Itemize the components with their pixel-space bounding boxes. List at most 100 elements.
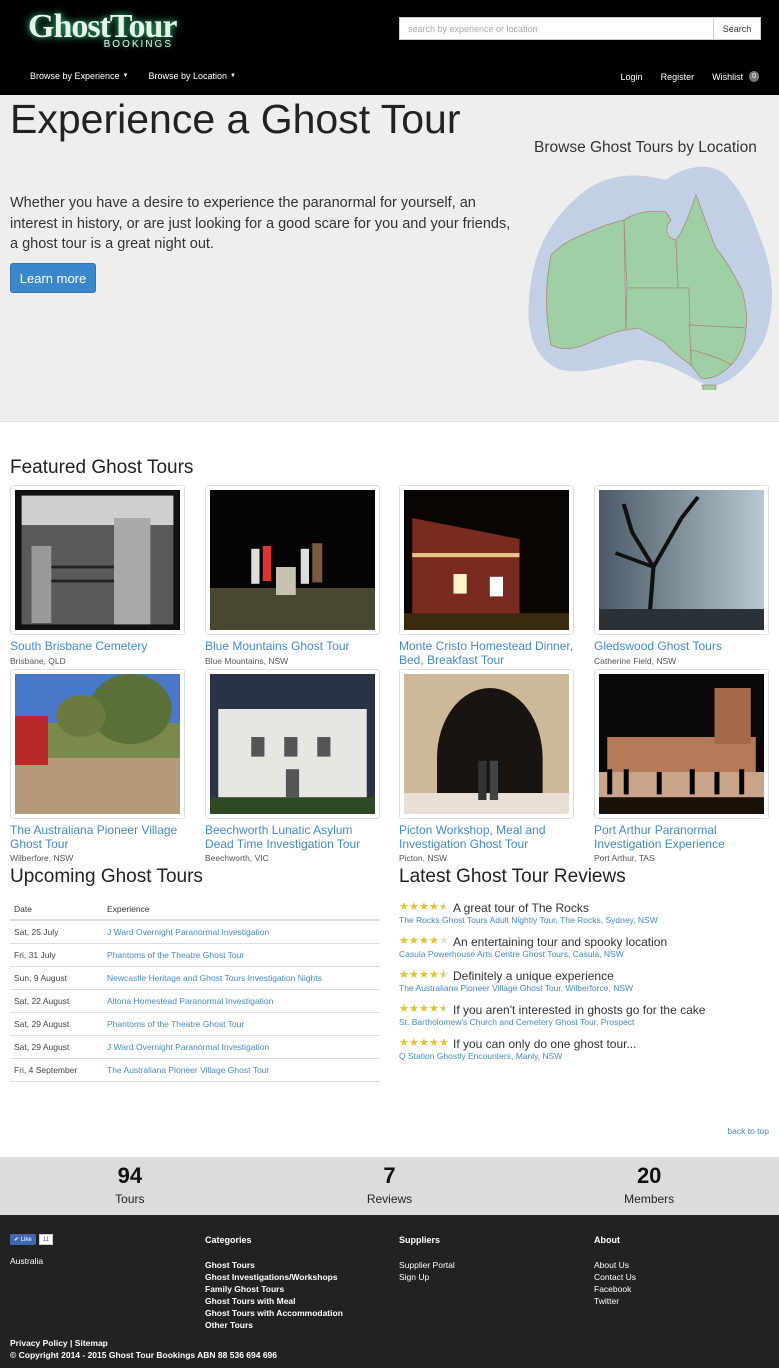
- wishlist-link[interactable]: Wishlist 0: [712, 71, 759, 82]
- tour-card: Port Arthur Paranormal Investigation Exp…: [594, 669, 769, 863]
- tour-thumbnail[interactable]: [399, 485, 574, 635]
- privacy-policy-link[interactable]: Privacy Policy: [10, 1338, 68, 1348]
- footer-link[interactable]: Facebook: [594, 1283, 636, 1295]
- tour-title-link[interactable]: Port Arthur Paranormal Investigation Exp…: [594, 823, 769, 851]
- browse-by-location-dropdown[interactable]: Browse by Location ▼: [149, 71, 237, 81]
- review-item: ★ ★ ★ ★ ★ ★ ★ ★ ★ ★ A great tour of The Rocks The R…: [399, 900, 769, 926]
- tour-thumbnail[interactable]: [594, 669, 769, 819]
- review-item: ★ ★ ★ ★ ★ ★ ★ ★ ★ ★ If you can only do one ghost t…: [399, 1036, 769, 1062]
- star-rating: ★★★★★★★★★★: [399, 902, 449, 913]
- footer-link[interactable]: Ghost Tours with Accommodation: [205, 1307, 343, 1319]
- tour-photo: [599, 490, 764, 631]
- star-icon: ★★: [409, 901, 419, 913]
- experience-link[interactable]: The Australiana Pioneer Village Ghost To…: [107, 1065, 269, 1075]
- star-icon: ★★: [429, 969, 439, 981]
- experience-link[interactable]: J Ward Overnight Paranormal Investigatio…: [107, 1042, 269, 1052]
- footer-link[interactable]: Supplier Portal: [399, 1259, 455, 1271]
- tour-card: The Australiana Pioneer Village Ghost To…: [10, 669, 185, 863]
- experience-link[interactable]: Phantoms of the Theatre Ghost Tour: [107, 950, 244, 960]
- stat-label: Members: [624, 1192, 675, 1206]
- star-icon: ★★: [439, 969, 449, 981]
- tour-title-link[interactable]: Beechworth Lunatic Asylum Dead Time Inve…: [205, 823, 380, 851]
- experience-link[interactable]: Newcastle Heritage and Ghost Tours Inves…: [107, 973, 322, 983]
- tour-thumbnail[interactable]: [594, 485, 769, 635]
- tour-title-link[interactable]: Gledswood Ghost Tours: [594, 639, 769, 654]
- logo-subtext: BOOKINGS: [103, 39, 173, 50]
- tour-photo: [210, 490, 375, 630]
- stats-bar: 94 Tours 7 Reviews 20 Members: [0, 1157, 779, 1215]
- review-tour-link[interactable]: St. Bartholomew's Church and Cemetery Gh…: [399, 1017, 769, 1027]
- tour-location: Wilberfore, NSW: [10, 853, 74, 863]
- star-rating: ★★★★★★★★★★: [399, 1038, 449, 1049]
- column-header-date: Date: [10, 899, 103, 921]
- tour-date: Sat, 25 July: [10, 920, 103, 944]
- search-input[interactable]: [399, 17, 713, 40]
- stat-members: 20 Members: [519, 1157, 779, 1215]
- facebook-like-button[interactable]: ✔ Like: [10, 1234, 36, 1245]
- footer-link[interactable]: Ghost Investigations/Workshops: [205, 1271, 343, 1283]
- tour-photo: [599, 674, 764, 814]
- review-tour-link[interactable]: Casula Powerhouse Arts Centre Ghost Tour…: [399, 949, 769, 959]
- tour-date: Sat, 22 August: [10, 989, 103, 1013]
- footer-link[interactable]: Family Ghost Tours: [205, 1283, 343, 1295]
- hero-title: Experience a Ghost Tour: [10, 96, 461, 142]
- tour-thumbnail[interactable]: [10, 669, 185, 819]
- featured-title: Featured Ghost Tours: [10, 457, 194, 478]
- star-icon: ★★: [399, 901, 409, 913]
- star-icon: ★★: [419, 1037, 429, 1049]
- register-link[interactable]: Register: [661, 72, 695, 82]
- sitemap-link[interactable]: Sitemap: [75, 1338, 108, 1348]
- footer-link[interactable]: Sign Up: [399, 1271, 455, 1283]
- review-item: ★ ★ ★ ★ ★ ★ ★ ★ ★ ★ Definitely a unique experience…: [399, 968, 769, 994]
- table-row: Sat, 29 August J Ward Overnight Paranorma…: [10, 1035, 380, 1059]
- wishlist-count-badge: 0: [749, 71, 759, 82]
- search-button[interactable]: Search: [713, 17, 761, 40]
- star-icon: ★★: [439, 1003, 449, 1015]
- learn-more-button[interactable]: Learn more: [10, 263, 96, 293]
- review-tour-link[interactable]: The Australiana Pioneer Village Ghost To…: [399, 983, 769, 993]
- tour-date: Fri, 4 September: [10, 1058, 103, 1082]
- footer-link[interactable]: Contact Us: [594, 1271, 636, 1283]
- tour-card: Blue Mountains Ghost Tour Blue Mountains,…: [205, 485, 380, 666]
- tour-title-link[interactable]: South Brisbane Cemetery: [10, 639, 185, 654]
- tour-thumbnail[interactable]: [8, 484, 187, 636]
- experience-link[interactable]: Altona Homestead Paranormal Investigatio…: [107, 996, 273, 1006]
- map-state-tas[interactable]: [701, 384, 717, 390]
- site-footer: ✔ Like 11 Australia Categories Ghost Tou…: [0, 1215, 779, 1368]
- footer-link[interactable]: Ghost Tours with Meal: [205, 1295, 343, 1307]
- search-form: Search: [399, 17, 761, 40]
- experience-cell: J Ward Overnight Paranormal Investigatio…: [103, 1035, 380, 1059]
- footer-heading: Categories: [205, 1235, 252, 1245]
- tour-thumbnail[interactable]: [205, 485, 380, 635]
- footer-heading: About: [594, 1235, 620, 1245]
- footer-link[interactable]: Twitter: [594, 1295, 636, 1307]
- like-count: 11: [38, 1234, 53, 1245]
- star-rating: ★★★★★★★★★★: [399, 970, 449, 981]
- stat-reviews: 7 Reviews: [260, 1157, 520, 1215]
- table-row: Sat, 29 August Phantoms of the Theatre Gh…: [10, 1012, 380, 1036]
- like-label: Like: [20, 1236, 32, 1243]
- experience-link[interactable]: Phantoms of the Theatre Ghost Tour: [107, 1019, 244, 1029]
- tour-title-link[interactable]: Blue Mountains Ghost Tour: [205, 639, 380, 654]
- tour-title-link[interactable]: Picton Workshop, Meal and Investigation …: [399, 823, 574, 851]
- stat-label: Reviews: [366, 1192, 413, 1206]
- experience-link[interactable]: J Ward Overnight Paranormal Investigatio…: [107, 927, 269, 937]
- table-row: Sat, 22 August Altona Homestead Paranorma…: [10, 989, 380, 1013]
- login-link[interactable]: Login: [621, 72, 643, 82]
- site-logo[interactable]: GhostTour BOOKINGS: [28, 10, 178, 54]
- tour-thumbnail[interactable]: [399, 669, 574, 828]
- tour-title-link[interactable]: The Australiana Pioneer Village Ghost To…: [10, 823, 185, 851]
- footer-link[interactable]: About Us: [594, 1259, 636, 1271]
- upcoming-title: Upcoming Ghost Tours: [10, 866, 203, 887]
- back-to-top-link[interactable]: back to top: [727, 1126, 769, 1136]
- star-icon: ★★: [439, 901, 449, 913]
- review-tour-link[interactable]: The Rocks Ghost Tours Adult Nightly Tour…: [399, 915, 769, 925]
- star-icon: ★★: [429, 901, 439, 913]
- review-tour-link[interactable]: Q Station Ghostly Encounters, Manly, NSW: [399, 1051, 769, 1061]
- footer-link[interactable]: Other Tours: [205, 1319, 343, 1331]
- reviews-title: Latest Ghost Tour Reviews: [399, 866, 626, 887]
- tour-title-link[interactable]: Monte Cristo Homestead Dinner, Bed, Brea…: [399, 639, 574, 667]
- tour-thumbnail[interactable]: [205, 669, 380, 819]
- footer-link[interactable]: Ghost Tours: [205, 1259, 343, 1271]
- browse-by-experience-dropdown[interactable]: Browse by Experience ▼: [30, 71, 129, 81]
